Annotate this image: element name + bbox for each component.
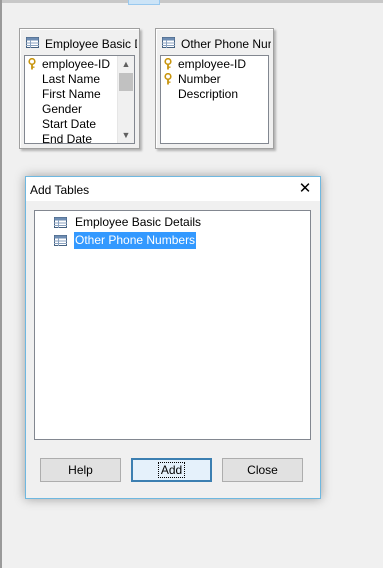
primary-key-icon bbox=[163, 72, 173, 89]
scroll-up-icon[interactable]: ▲ bbox=[118, 56, 134, 72]
field-label: Last Name bbox=[42, 72, 101, 86]
add-tables-dialog[interactable]: Add Tables ✕ Employee Basic Details Othe… bbox=[25, 176, 321, 499]
left-border bbox=[0, 0, 2, 568]
scroll-thumb[interactable] bbox=[119, 73, 133, 91]
table-icon bbox=[54, 235, 67, 246]
table-window-other-phone[interactable]: Other Phone Nur employee-ID Number Descr… bbox=[155, 28, 274, 149]
top-border bbox=[0, 0, 383, 3]
table-window-title-bar[interactable]: Employee Basic D bbox=[24, 33, 137, 53]
field-label: End Date bbox=[42, 132, 93, 144]
help-button-label: Help bbox=[68, 463, 93, 477]
field-label: First Name bbox=[42, 87, 101, 101]
close-button[interactable]: Close bbox=[222, 458, 303, 482]
table-title: Employee Basic D bbox=[45, 37, 137, 51]
close-icon[interactable]: ✕ bbox=[294, 179, 316, 199]
dialog-title-bar[interactable]: Add Tables ✕ bbox=[26, 177, 320, 201]
list-item-label: Employee Basic Details bbox=[75, 215, 202, 229]
primary-key-icon bbox=[27, 57, 37, 74]
field-label: employee-ID bbox=[178, 57, 247, 71]
field-label: Gender bbox=[42, 102, 83, 116]
close-button-label: Close bbox=[247, 463, 278, 477]
field-label: employee-ID bbox=[42, 57, 111, 71]
dialog-title: Add Tables bbox=[30, 183, 90, 197]
scroll-down-icon[interactable]: ▼ bbox=[118, 127, 134, 143]
table-icon bbox=[162, 37, 175, 48]
add-button-label: Add bbox=[157, 462, 186, 478]
field-label: Description bbox=[178, 87, 239, 101]
table-icon bbox=[54, 217, 67, 228]
field-list[interactable]: employee-ID Last Name First Name Gender … bbox=[24, 55, 135, 144]
primary-key-icon bbox=[163, 57, 173, 74]
top-tab[interactable] bbox=[128, 0, 160, 5]
vertical-scrollbar[interactable]: ▲ ▼ bbox=[117, 56, 134, 143]
field-label: Start Date bbox=[42, 117, 97, 131]
table-window-title-bar[interactable]: Other Phone Nur bbox=[160, 33, 271, 53]
table-title: Other Phone Nur bbox=[181, 37, 271, 51]
add-button[interactable]: Add bbox=[131, 458, 212, 482]
list-item-label: Other Phone Numbers bbox=[74, 232, 197, 249]
table-icon bbox=[26, 37, 39, 48]
field-list[interactable]: employee-ID Number Description bbox=[160, 55, 269, 144]
help-button[interactable]: Help bbox=[40, 458, 121, 482]
field-label: Number bbox=[178, 72, 221, 86]
tables-list[interactable]: Employee Basic Details Other Phone Numbe… bbox=[34, 210, 311, 440]
table-window-employee-basic[interactable]: Employee Basic D employee-ID Last Name F… bbox=[19, 28, 140, 149]
